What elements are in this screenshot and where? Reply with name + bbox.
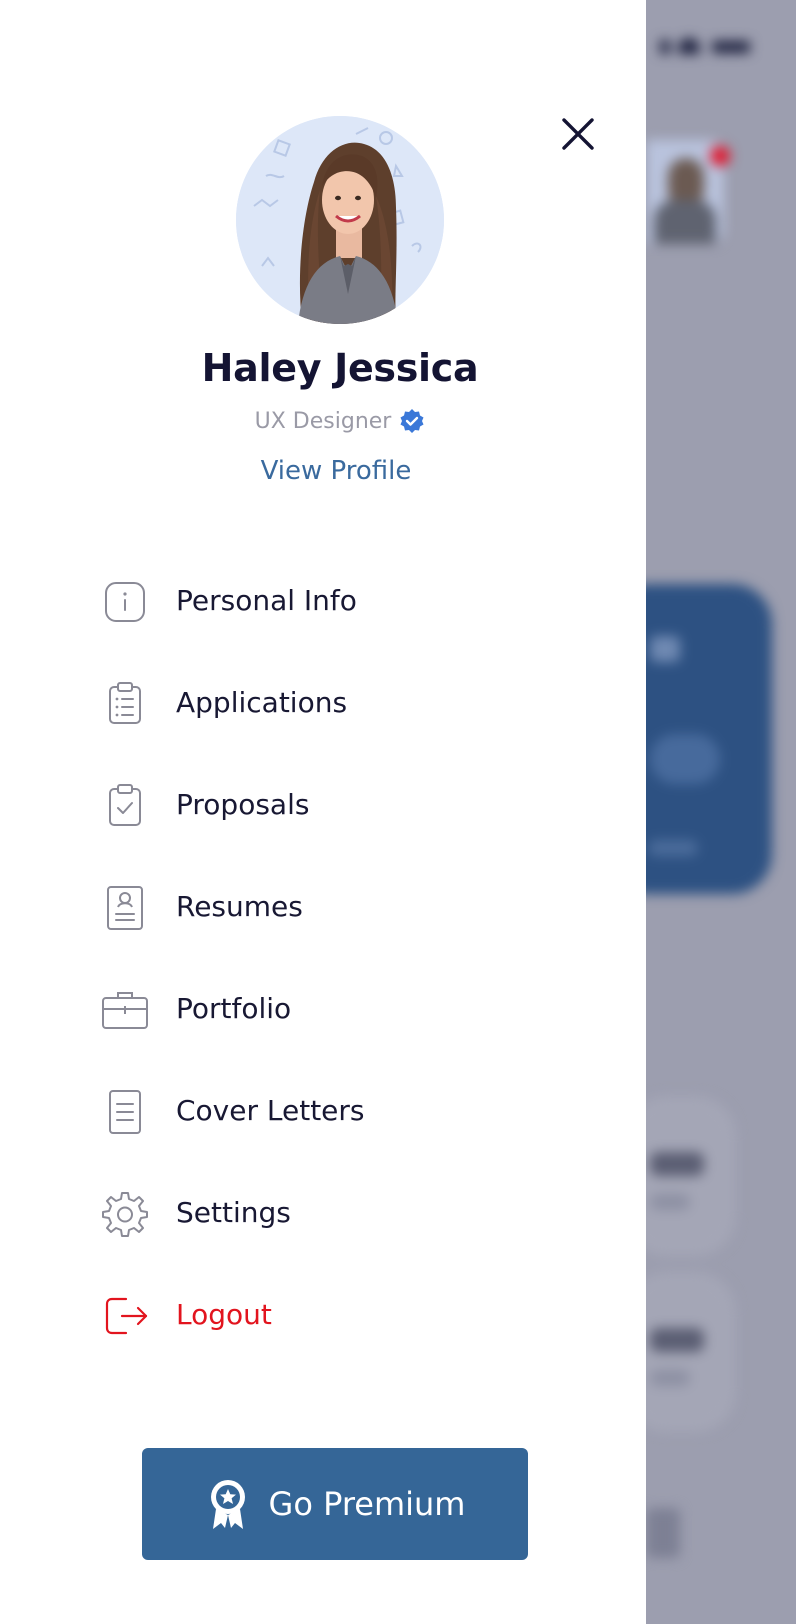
clipboard-check-icon — [100, 781, 150, 831]
go-premium-button[interactable]: Go Premium — [142, 1448, 528, 1560]
signal-icon — [660, 40, 670, 54]
profile-name: Haley Jessica — [201, 346, 479, 390]
verified-badge-icon — [400, 409, 424, 433]
view-profile-link[interactable]: View Profile — [0, 456, 672, 486]
menu-item-cover-letters[interactable]: Cover Letters — [100, 1082, 600, 1142]
side-drawer: Haley Jessica UX Designer View Profile P… — [0, 0, 646, 1624]
menu-item-label: Portfolio — [176, 992, 292, 1025]
menu-item-proposals[interactable]: Proposals — [100, 776, 600, 836]
document-icon — [100, 1087, 150, 1137]
menu-item-logout[interactable]: Logout — [100, 1286, 600, 1346]
menu-item-label: Settings — [176, 1196, 291, 1229]
notification-dot — [710, 146, 730, 166]
wifi-icon — [678, 38, 700, 54]
menu-item-label: Resumes — [176, 890, 303, 923]
info-icon — [100, 577, 150, 627]
briefcase-icon — [100, 985, 150, 1035]
avatar[interactable] — [236, 116, 444, 324]
clipboard-list-icon — [100, 679, 150, 729]
profile-role: UX Designer — [254, 408, 392, 434]
profile-photo — [236, 116, 444, 324]
menu-item-label: Cover Letters — [176, 1094, 365, 1127]
battery-icon — [712, 41, 750, 53]
menu-item-label: Proposals — [176, 788, 310, 821]
award-badge-icon — [210, 1480, 245, 1529]
status-bar-icons — [660, 36, 750, 54]
menu-item-applications[interactable]: Applications — [100, 674, 600, 734]
close-icon — [562, 118, 594, 150]
go-premium-label: Go Premium — [268, 1485, 466, 1523]
background-nav-item — [646, 1508, 680, 1558]
background-tile — [646, 1096, 736, 1256]
menu-item-label: Applications — [176, 686, 348, 719]
menu-item-label: Personal Info — [176, 584, 357, 617]
menu-item-settings[interactable]: Settings — [100, 1184, 600, 1244]
logout-icon — [100, 1291, 150, 1341]
background-tile — [646, 1272, 736, 1432]
background-card — [646, 584, 772, 894]
background-app-overlay[interactable] — [646, 0, 796, 1624]
resume-icon — [100, 883, 150, 933]
menu-item-resumes[interactable]: Resumes — [100, 878, 600, 938]
menu-item-portfolio[interactable]: Portfolio — [100, 980, 600, 1040]
menu-item-personal-info[interactable]: Personal Info — [100, 572, 600, 632]
close-button[interactable] — [556, 112, 600, 156]
gear-icon — [100, 1189, 150, 1239]
menu-item-label: Logout — [176, 1298, 272, 1331]
profile-role-row: UX Designer — [0, 408, 680, 434]
